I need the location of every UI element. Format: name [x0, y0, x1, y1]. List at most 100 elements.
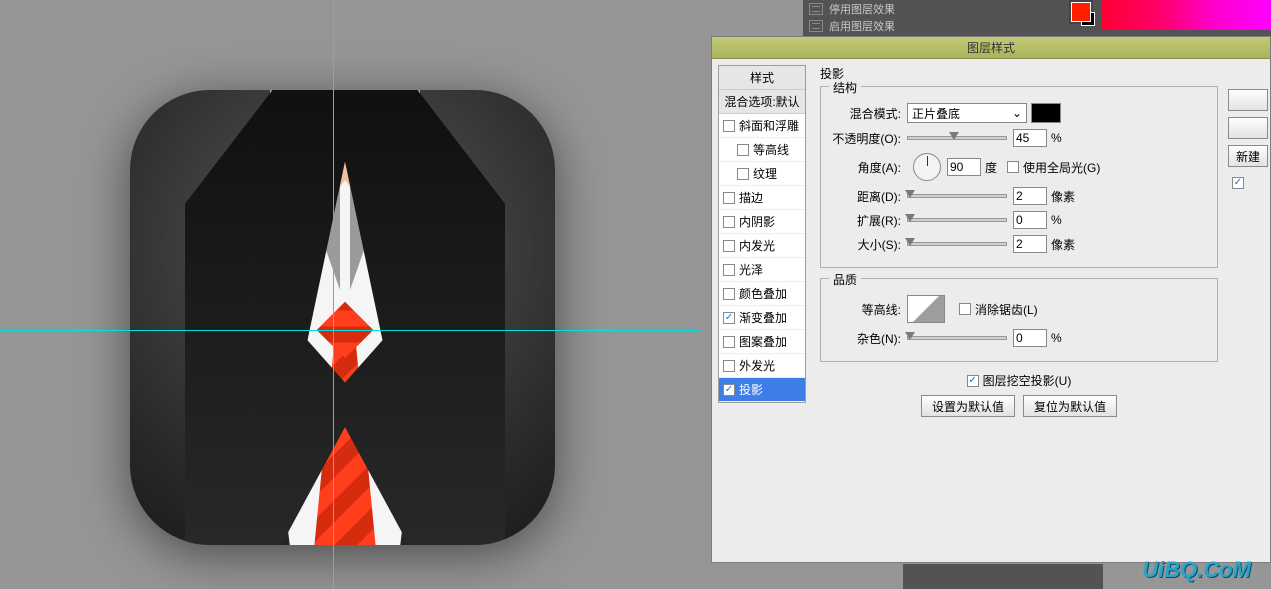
effect-checkbox[interactable]: [723, 240, 735, 252]
size-slider[interactable]: [907, 242, 1007, 246]
spread-input[interactable]: [1013, 211, 1047, 229]
effect-row-描边[interactable]: 描边: [719, 186, 805, 210]
spread-label: 扩展(R):: [829, 212, 907, 229]
effect-row-等高线[interactable]: 等高线: [719, 138, 805, 162]
effect-label: 光泽: [739, 261, 763, 278]
effect-label: 内发光: [739, 237, 775, 254]
effect-label: 颜色叠加: [739, 285, 787, 302]
effect-row-内发光[interactable]: 内发光: [719, 234, 805, 258]
angle-unit: 度: [985, 159, 997, 176]
effect-checkbox[interactable]: [723, 216, 735, 228]
spread-unit: %: [1051, 213, 1062, 227]
dropdown-icon: ⌄: [1012, 106, 1022, 120]
panel-strip-bottom: [903, 564, 1103, 589]
contour-picker[interactable]: [907, 295, 945, 323]
fg-color: [1071, 2, 1091, 22]
effect-label: 纹理: [753, 165, 777, 182]
effect-checkbox[interactable]: [723, 336, 735, 348]
use-global-label: 使用全局光(G): [1023, 159, 1100, 176]
reset-default-button[interactable]: 复位为默认值: [1023, 395, 1117, 417]
blend-mode-select[interactable]: 正片叠底 ⌄: [907, 103, 1027, 123]
effect-row-投影[interactable]: 投影: [719, 378, 805, 402]
canvas-area[interactable]: [0, 0, 700, 589]
blend-mode-label: 混合模式:: [829, 105, 907, 122]
opacity-unit: %: [1051, 131, 1062, 145]
color-picker-strip[interactable]: [1101, 0, 1271, 30]
effect-row-渐变叠加[interactable]: 渐变叠加: [719, 306, 805, 330]
opacity-slider[interactable]: [907, 136, 1007, 140]
effect-label: 斜面和浮雕: [739, 117, 799, 134]
settings-column: 投影 结构 混合模式: 正片叠底 ⌄ 不透明度(O): %: [812, 59, 1226, 562]
group-legend: 结构: [829, 79, 861, 96]
spread-slider[interactable]: [907, 218, 1007, 222]
effect-label: 内阴影: [739, 213, 775, 230]
new-style-button[interactable]: 新建: [1228, 145, 1268, 167]
blend-mode-value: 正片叠底: [912, 105, 960, 122]
menu-item-label: 启用图层效果: [829, 18, 895, 34]
noise-input[interactable]: [1013, 329, 1047, 347]
effect-row-纹理[interactable]: 纹理: [719, 162, 805, 186]
distance-input[interactable]: [1013, 187, 1047, 205]
angle-input[interactable]: [947, 158, 981, 176]
use-global-checkbox[interactable]: [1007, 161, 1019, 173]
distance-slider[interactable]: [907, 194, 1007, 198]
dialog-titlebar[interactable]: 图层样式: [712, 37, 1270, 59]
shadow-color-swatch[interactable]: [1031, 103, 1061, 123]
make-default-button[interactable]: 设置为默认值: [921, 395, 1015, 417]
watermark: UiBQ.CoM: [1142, 557, 1251, 583]
opacity-input[interactable]: [1013, 129, 1047, 147]
styles-header[interactable]: 样式: [719, 66, 805, 90]
knockout-label: 图层挖空投影(U): [983, 372, 1072, 389]
effect-checkbox[interactable]: [723, 312, 735, 324]
effect-row-图案叠加[interactable]: 图案叠加: [719, 330, 805, 354]
layer-style-dialog: 图层样式 样式 混合选项:默认 斜面和浮雕等高线纹理描边内阴影内发光光泽颜色叠加…: [711, 36, 1271, 563]
effect-row-外发光[interactable]: 外发光: [719, 354, 805, 378]
effect-label: 渐变叠加: [739, 309, 787, 326]
dialog-body: 样式 混合选项:默认 斜面和浮雕等高线纹理描边内阴影内发光光泽颜色叠加渐变叠加图…: [712, 59, 1270, 562]
layers-icon: [809, 3, 823, 15]
effect-row-斜面和浮雕[interactable]: 斜面和浮雕: [719, 114, 805, 138]
antialias-label: 消除锯齿(L): [975, 301, 1038, 318]
effect-label: 描边: [739, 189, 763, 206]
effect-checkbox[interactable]: [723, 384, 735, 396]
size-input[interactable]: [1013, 235, 1047, 253]
fg-bg-swatch[interactable]: [1069, 0, 1093, 24]
knockout-checkbox[interactable]: [967, 375, 979, 387]
effect-checkbox[interactable]: [723, 264, 735, 276]
effect-checkbox[interactable]: [723, 192, 735, 204]
angle-label: 角度(A):: [829, 159, 907, 176]
opacity-label: 不透明度(O):: [829, 130, 907, 147]
right-button-2[interactable]: [1228, 117, 1268, 139]
effect-row-光泽[interactable]: 光泽: [719, 258, 805, 282]
dialog-title: 图层样式: [967, 39, 1015, 56]
blend-options-row[interactable]: 混合选项:默认: [719, 90, 805, 114]
dialog-right-buttons: 新建: [1226, 59, 1270, 562]
effect-label: 等高线: [753, 141, 789, 158]
distance-label: 距离(D):: [829, 188, 907, 205]
effect-row-内阴影[interactable]: 内阴影: [719, 210, 805, 234]
effect-checkbox[interactable]: [723, 120, 735, 132]
menu-item-label: 停用图层效果: [829, 1, 895, 17]
effect-row-颜色叠加[interactable]: 颜色叠加: [719, 282, 805, 306]
angle-dial[interactable]: [913, 153, 941, 181]
effect-checkbox[interactable]: [737, 168, 749, 180]
contour-label: 等高线:: [829, 301, 907, 318]
suit-icon-artwork: [130, 90, 555, 545]
effect-checkbox[interactable]: [737, 144, 749, 156]
size-label: 大小(S):: [829, 236, 907, 253]
effect-checkbox[interactable]: [723, 360, 735, 372]
antialias-checkbox[interactable]: [959, 303, 971, 315]
noise-slider[interactable]: [907, 336, 1007, 340]
right-button-1[interactable]: [1228, 89, 1268, 111]
distance-unit: 像素: [1051, 188, 1075, 205]
quality-group: 品质 等高线: 消除锯齿(L) 杂色(N): %: [820, 278, 1218, 362]
section-title: 投影: [820, 65, 1218, 82]
size-unit: 像素: [1051, 236, 1075, 253]
effect-checkbox[interactable]: [723, 288, 735, 300]
guide-horizontal[interactable]: [0, 330, 700, 331]
styles-list: 样式 混合选项:默认 斜面和浮雕等高线纹理描边内阴影内发光光泽颜色叠加渐变叠加图…: [718, 65, 806, 403]
preview-checkbox[interactable]: [1232, 177, 1244, 189]
effect-label: 外发光: [739, 357, 775, 374]
effect-label: 图案叠加: [739, 333, 787, 350]
guide-vertical[interactable]: [333, 0, 334, 589]
